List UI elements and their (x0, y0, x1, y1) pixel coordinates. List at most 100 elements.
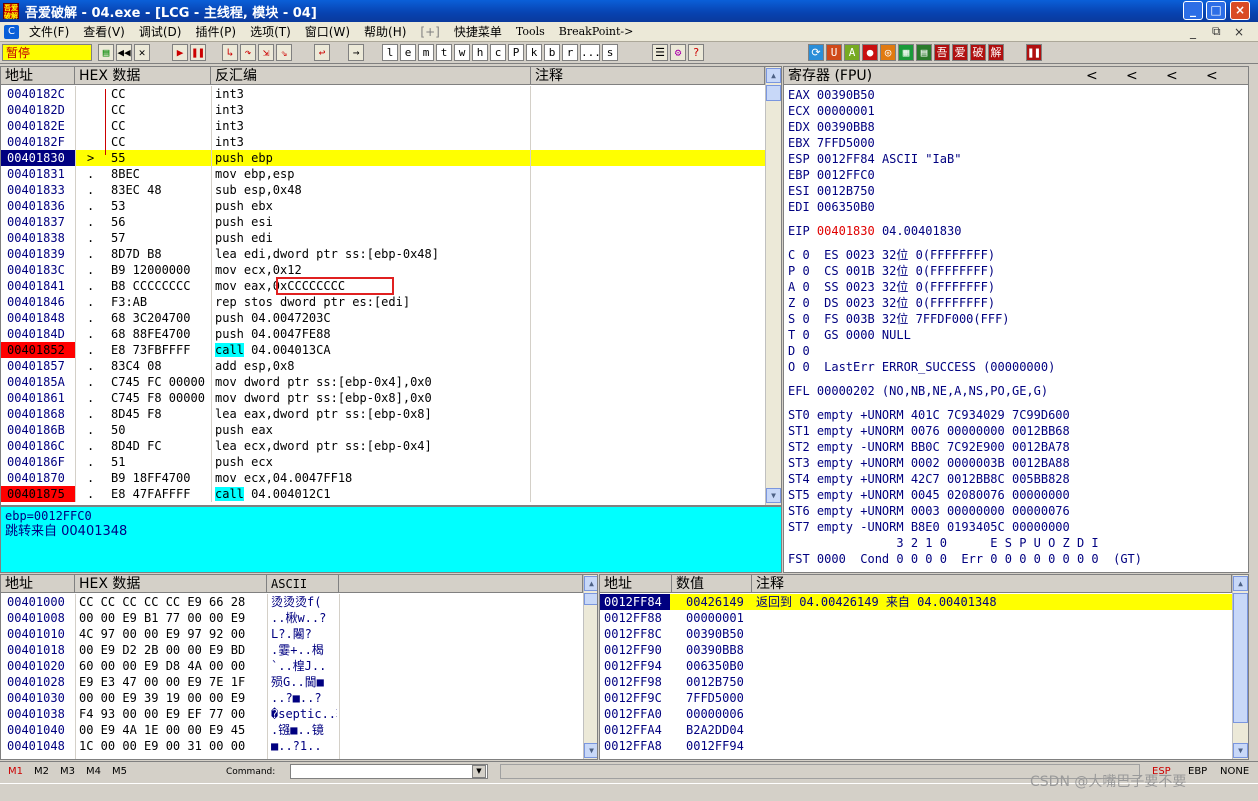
disasm-row[interactable]: 0040182E CC int3 (1, 118, 765, 134)
dump-row[interactable]: 00401010 4C 97 00 00 E9 97 92 00 L?.闂? (1, 626, 583, 642)
command-input[interactable] (290, 764, 488, 779)
disasm-row[interactable]: 00401831. 8BEC mov ebp,esp (1, 166, 765, 182)
memory-window-button[interactable]: m (418, 44, 434, 61)
goto-icon[interactable]: → (348, 44, 364, 61)
brand-wu-icon[interactable]: 吾 (934, 44, 950, 61)
disasm-row[interactable]: 00401861. C745 F8 00000 mov dword ptr ss:[… (1, 390, 765, 406)
disasm-row[interactable]: 00401837. 56 push esi (1, 214, 765, 230)
efl-row[interactable]: EFL 00000202 (NO,NB,NE,A,NS,PO,GE,G) (788, 383, 1048, 399)
register-row[interactable]: ECX 00000001 (788, 103, 882, 119)
list-icon[interactable]: ☰ (652, 44, 668, 61)
bars-icon[interactable]: ❚❚ (1026, 44, 1042, 61)
col-header-disasm[interactable]: 反汇编 (211, 67, 531, 85)
record-icon[interactable]: ● (862, 44, 878, 61)
step-into-icon[interactable]: ↳ (222, 44, 238, 61)
disasm-row[interactable]: 00401841. B8 CCCCCCCC mov eax,0xCCCCCCCC (1, 277, 765, 295)
col-header-address[interactable]: 地址 (1, 67, 75, 85)
restart-icon[interactable]: ◀◀ (116, 44, 132, 61)
disasm-row[interactable]: 00401875. E8 47FAFFFF call 04.004012C1 (1, 486, 765, 502)
close-program-icon[interactable]: ✕ (134, 44, 150, 61)
fpu-row[interactable]: ST6 empty +UNORM 0003 00000000 00000076 (788, 503, 1070, 519)
disasm-row[interactable]: 0040182C CC int3 (1, 86, 765, 102)
menu-options[interactable]: 选项(T) (243, 23, 298, 40)
register-value[interactable]: 0012FFC0 (817, 168, 875, 182)
stack-row[interactable]: 0012FF94 006350B0 (600, 658, 1232, 674)
fst-row[interactable]: FST 0000 Cond 0 0 0 0 Err 0 0 0 0 0 0 0 … (788, 551, 1142, 567)
disasm-row[interactable]: 0040186B. 50 push eax (1, 422, 765, 438)
brand-po-icon[interactable]: 破 (970, 44, 986, 61)
dump-header-ascii[interactable]: ASCII (267, 575, 339, 593)
flag-row[interactable]: C 0 ES 0023 32位 0(FFFFFFFF) (788, 247, 995, 263)
register-value[interactable]: 0012B750 (817, 184, 875, 198)
fpu-row[interactable]: ST1 empty +UNORM 0076 00000000 0012BB68 (788, 423, 1070, 439)
title-bar[interactable]: 吾爱 破解 吾爱破解 - 04.exe - [LCG - 主线程, 模块 - 04… (0, 0, 1258, 22)
dump-pane[interactable]: 地址 HEX 数据 ASCII 00401000 CC CC CC CC CC E… (0, 574, 598, 760)
menu-breakpoint[interactable]: BreakPoint-> (552, 25, 641, 38)
dump-scrollbar[interactable]: ▲ ▼ (583, 575, 597, 759)
menu-shortcut[interactable]: 快捷菜单 (447, 23, 509, 40)
reg-nav-left-icon[interactable]: < (1166, 67, 1178, 84)
disassembly-pane[interactable]: 地址 HEX 数据 反汇编 注释 0040182C CC int3 0040182D C… (0, 66, 782, 506)
disasm-row[interactable]: 00401839. 8D7D B8 lea edi,dword ptr ss:[eb… (1, 246, 765, 262)
disasm-row[interactable]: 0040186C. 8D4D FC lea ecx,dword ptr ss:[eb… (1, 438, 765, 454)
stack-row[interactable]: 0012FF88 00000001 (600, 610, 1232, 626)
mdi-restore-button[interactable]: ⧉ (1212, 24, 1221, 39)
scroll-down-icon[interactable]: ▼ (766, 488, 781, 503)
disasm-row[interactable]: 00401868. 8D45 F8 lea eax,dword ptr ss:[eb… (1, 406, 765, 422)
stack-header-comment[interactable]: 注释 (752, 575, 1232, 593)
dump-row[interactable]: 00401020 60 00 00 E9 D8 4A 00 00 `..楻J.. (1, 658, 583, 674)
menu-window[interactable]: 窗口(W) (298, 23, 357, 40)
dump-rows[interactable]: 00401000 CC CC CC CC CC E9 66 28 烫烫烫f(0040… (1, 594, 583, 759)
register-value[interactable]: 7FFD5000 (817, 136, 875, 150)
disasm-row[interactable]: 00401833. 83EC 48 sub esp,0x48 (1, 182, 765, 198)
flag-row[interactable]: D 0 (788, 343, 810, 359)
run-trace-button[interactable]: ... (580, 44, 601, 61)
trace-into-icon[interactable]: ⇲ (258, 44, 274, 61)
disasm-row[interactable]: 00401870. B9 18FF4700 mov ecx,04.0047FF18 (1, 470, 765, 486)
trace-over-icon[interactable]: ⇘ (276, 44, 292, 61)
stack-row[interactable]: 0012FFA8 0012FF94 (600, 738, 1232, 754)
disasm-row[interactable]: 0040186F. 51 push ecx (1, 454, 765, 470)
table-icon[interactable]: ▤ (916, 44, 932, 61)
dump-row[interactable]: 00401038 F4 93 00 00 E9 EF 77 00 �septic..… (1, 706, 583, 722)
dump-row[interactable]: 00401048 1C 00 00 E9 00 31 00 00 ■..?1.. (1, 738, 583, 754)
help-icon[interactable]: ? (688, 44, 704, 61)
fpu-row[interactable]: ST0 empty +UNORM 401C 7C934029 7C99D600 (788, 407, 1070, 423)
disasm-row[interactable]: 0040184D. 68 88FE4700 push 04.0047FE88 (1, 326, 765, 342)
modules-window-button[interactable]: e (400, 44, 416, 61)
disasm-row[interactable]: 0040182D CC int3 (1, 102, 765, 118)
disasm-row[interactable]: 00401857. 83C4 08 add esp,0x8 (1, 358, 765, 374)
flag-row[interactable]: T 0 GS 0000 NULL (788, 327, 911, 343)
disasm-row[interactable]: 00401848. 68 3C204700 push 04.0047203C (1, 310, 765, 326)
stack-scrollbar[interactable]: ▲ ▼ (1232, 575, 1248, 759)
register-value[interactable]: 00000001 (817, 104, 875, 118)
register-value[interactable]: 00401830 (817, 224, 875, 238)
stack-pane[interactable]: 地址 数值 注释 0012FF84 00426149 返回到 04.00426149… (599, 574, 1249, 760)
col-header-hex[interactable]: HEX 数据 (75, 67, 211, 85)
app-menu-icon[interactable]: C (4, 24, 19, 39)
ebp-button[interactable]: EBP (1188, 766, 1207, 777)
dump-row[interactable]: 00401008 00 00 E9 B1 77 00 00 E9 ..楸w..? (1, 610, 583, 626)
close-button[interactable]: × (1230, 1, 1250, 20)
disassembly-rows[interactable]: 0040182C CC int3 0040182D CC int3 0040182E CC in… (1, 86, 765, 502)
stack-header-value[interactable]: 数值 (672, 575, 752, 593)
fpu-row[interactable]: ST4 empty +UNORM 42C7 0012BB8C 005BB828 (788, 471, 1070, 487)
patches-window-button[interactable]: P (508, 44, 524, 61)
minimize-button[interactable]: _ (1183, 1, 1203, 20)
brand-ai-icon[interactable]: 爱 (952, 44, 968, 61)
reg-nav-left-icon[interactable]: < (1206, 67, 1218, 84)
maximize-button[interactable]: □ (1206, 1, 1226, 20)
call-stack-button[interactable]: k (526, 44, 542, 61)
tab-m2[interactable]: M2 (34, 766, 49, 777)
stack-header-address[interactable]: 地址 (600, 575, 672, 593)
handles-window-button[interactable]: h (472, 44, 488, 61)
scroll-up-icon[interactable]: ▲ (766, 68, 781, 83)
options-icon[interactable]: ⚙ (670, 44, 686, 61)
run-icon[interactable]: ▶ (172, 44, 188, 61)
dump-row[interactable]: 00401028 E9 E3 47 00 00 E9 7E 1F 殒G..閫■ (1, 674, 583, 690)
dump-row[interactable]: 00401030 00 00 E9 39 19 00 00 E9 ..?■..? (1, 690, 583, 706)
disasm-row[interactable]: 00401830 >55 push ebp (1, 150, 765, 166)
dump-header-address[interactable]: 地址 (1, 575, 75, 593)
registers-pane[interactable]: 寄存器 (FPU) < < < < EAX 00390B50 ECX 00000… (783, 66, 1249, 573)
tab-m5[interactable]: M5 (112, 766, 127, 777)
